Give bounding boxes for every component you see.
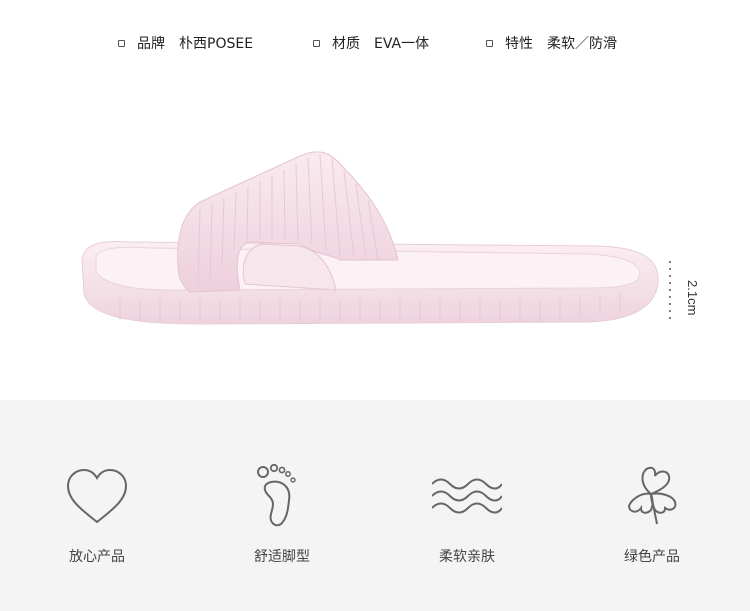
feature-strip: 放心产品 舒适脚型 柔软亲肤 绿色产品: [0, 400, 750, 611]
slipper-image: [81, 151, 671, 325]
feature-soft-skin: 柔软亲肤: [392, 400, 542, 611]
spec-brand: 品牌 朴西POSEE: [118, 34, 253, 52]
heart-icon: [66, 468, 128, 524]
feature-label: 放心产品: [69, 549, 125, 565]
height-dimension-label: 2.1cm: [685, 280, 700, 316]
feature-comfort-fit: 舒适脚型: [207, 400, 357, 611]
spec-bar: 品牌 朴西POSEE 材质 EVA一体 特性 柔软／防滑: [0, 0, 750, 84]
bullet-icon: [313, 39, 320, 47]
spec-feature-label: 特性: [505, 36, 533, 52]
feature-label: 舒适脚型: [254, 549, 310, 565]
foot-icon: [257, 463, 296, 527]
spec-feature: 特性 柔软／防滑: [486, 34, 617, 52]
bullet-icon: [118, 39, 125, 47]
spec-material-label: 材质: [332, 36, 360, 52]
clover-icon: [627, 466, 677, 525]
feature-label: 绿色产品: [624, 549, 680, 565]
feature-green-product: 绿色产品: [577, 400, 727, 611]
spec-brand-label: 品牌: [137, 36, 165, 52]
feature-label: 柔软亲肤: [439, 549, 495, 565]
spec-feature-value: 柔软／防滑: [547, 36, 617, 52]
spec-brand-value: 朴西POSEE: [179, 36, 254, 52]
spec-material-value: EVA一体: [374, 36, 430, 52]
product-image-area: [0, 84, 750, 400]
bullet-icon: [486, 39, 493, 47]
spec-material: 材质 EVA一体: [313, 34, 429, 52]
feature-safe-product: 放心产品: [22, 400, 172, 611]
waves-icon: [432, 478, 502, 514]
